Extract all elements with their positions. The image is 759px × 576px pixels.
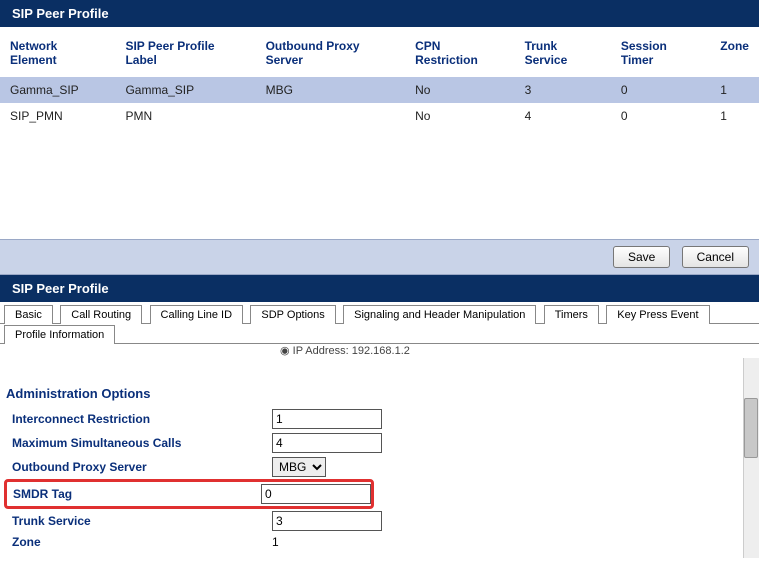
col-cpn[interactable]: CPN Restriction xyxy=(405,31,514,77)
cell-proxy: MBG xyxy=(256,77,406,103)
label-max-simultaneous-calls: Maximum Simultaneous Calls xyxy=(12,436,272,450)
tab-strip-row2: Profile Information xyxy=(0,324,759,344)
cell-network-element: SIP_PMN xyxy=(0,103,115,129)
row-zone: Zone 1 xyxy=(0,533,759,551)
label-interconnect-restriction: Interconnect Restriction xyxy=(12,412,272,426)
label-trunk-service: Trunk Service xyxy=(12,514,272,528)
spacer xyxy=(0,129,759,239)
row-outbound-proxy-server: Outbound Proxy Server MBG xyxy=(0,455,759,479)
col-network-element[interactable]: Network Element xyxy=(0,31,115,77)
cell-zone: 1 xyxy=(710,103,759,129)
tab-timers[interactable]: Timers xyxy=(544,305,599,324)
input-interconnect-restriction[interactable] xyxy=(272,409,382,429)
partial-cut-row: ◉ IP Address: 192.168.1.2 xyxy=(0,344,759,358)
row-trunk-service: Trunk Service xyxy=(0,509,759,533)
cell-profile-label: PMN xyxy=(115,103,255,129)
col-proxy[interactable]: Outbound Proxy Server xyxy=(256,31,406,77)
cell-proxy xyxy=(256,103,406,129)
col-profile-label[interactable]: SIP Peer Profile Label xyxy=(115,31,255,77)
cell-network-element: Gamma_SIP xyxy=(0,77,115,103)
tab-basic[interactable]: Basic xyxy=(4,305,53,324)
action-bar: Save Cancel xyxy=(0,239,759,275)
tab-call-routing[interactable]: Call Routing xyxy=(60,305,142,324)
col-session[interactable]: Session Timer xyxy=(611,31,710,77)
cell-session: 0 xyxy=(611,77,710,103)
cell-zone: 1 xyxy=(710,77,759,103)
tab-sdp-options[interactable]: SDP Options xyxy=(250,305,335,324)
tab-strip: Basic Call Routing Calling Line ID SDP O… xyxy=(0,304,759,324)
cell-trunk: 3 xyxy=(515,77,611,103)
row-smdr-tag-highlighted: SMDR Tag xyxy=(4,479,374,509)
select-outbound-proxy-server[interactable]: MBG xyxy=(272,457,326,477)
top-panel-title: SIP Peer Profile xyxy=(0,0,759,27)
cell-session: 0 xyxy=(611,103,710,129)
save-button[interactable]: Save xyxy=(613,246,670,268)
tab-profile-information[interactable]: Profile Information xyxy=(4,325,115,344)
cell-cpn: No xyxy=(405,77,514,103)
cancel-button[interactable]: Cancel xyxy=(682,246,749,268)
cell-trunk: 4 xyxy=(515,103,611,129)
input-smdr-tag[interactable] xyxy=(261,484,371,504)
administration-options-heading: Administration Options xyxy=(0,358,759,407)
input-trunk-service[interactable] xyxy=(272,511,382,531)
peer-table: Network Element SIP Peer Profile Label O… xyxy=(0,31,759,129)
value-zone: 1 xyxy=(272,535,279,549)
tab-calling-line-id[interactable]: Calling Line ID xyxy=(150,305,244,324)
cell-cpn: No xyxy=(405,103,514,129)
tab-signaling-header[interactable]: Signaling and Header Manipulation xyxy=(343,305,536,324)
table-header-row: Network Element SIP Peer Profile Label O… xyxy=(0,31,759,77)
tab-key-press-event[interactable]: Key Press Event xyxy=(606,305,709,324)
table-row[interactable]: Gamma_SIP Gamma_SIP MBG No 3 0 1 xyxy=(0,77,759,103)
row-interconnect-restriction: Interconnect Restriction xyxy=(0,407,759,431)
cell-profile-label: Gamma_SIP xyxy=(115,77,255,103)
peer-grid: Network Element SIP Peer Profile Label O… xyxy=(0,27,759,129)
ip-address-residual: ◉ IP Address: 192.168.1.2 xyxy=(280,345,410,357)
input-max-simultaneous-calls[interactable] xyxy=(272,433,382,453)
row-max-simultaneous-calls: Maximum Simultaneous Calls xyxy=(0,431,759,455)
label-zone: Zone xyxy=(12,535,272,549)
edit-panel-title: SIP Peer Profile xyxy=(0,275,759,302)
label-smdr-tag: SMDR Tag xyxy=(13,487,261,501)
scrollbar-track[interactable] xyxy=(743,358,759,558)
scrollbar-thumb[interactable] xyxy=(744,398,758,458)
col-zone[interactable]: Zone xyxy=(710,31,759,77)
table-row[interactable]: SIP_PMN PMN No 4 0 1 xyxy=(0,103,759,129)
label-outbound-proxy-server: Outbound Proxy Server xyxy=(12,460,272,474)
col-trunk[interactable]: Trunk Service xyxy=(515,31,611,77)
